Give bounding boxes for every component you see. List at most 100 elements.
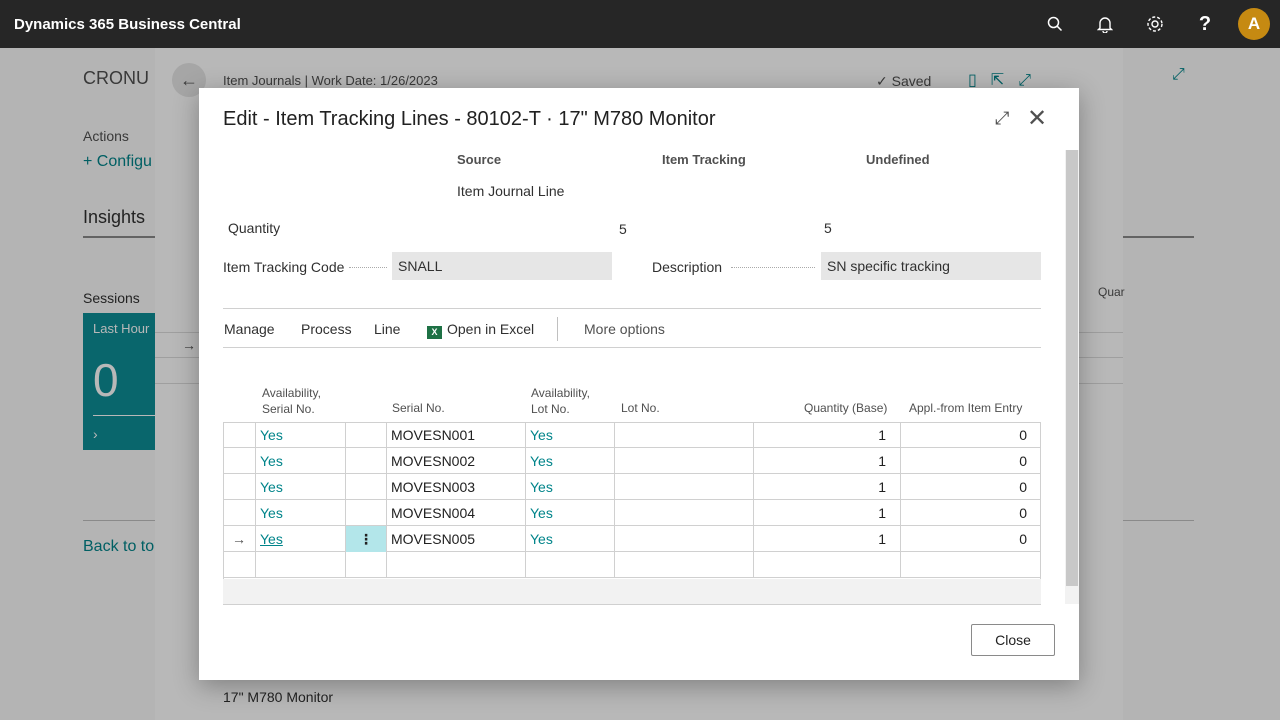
description-field[interactable]: SN specific tracking — [821, 252, 1041, 280]
col-header-line: Availability, — [262, 386, 321, 400]
scrollbar-thumb[interactable] — [1066, 150, 1078, 586]
toolbar-divider — [557, 317, 558, 341]
row-menu-cell[interactable] — [346, 552, 387, 578]
serial-no-cell[interactable]: MOVESN002 — [387, 448, 526, 474]
open-in-excel-label: Open in Excel — [447, 321, 535, 337]
serial-no-cell[interactable]: MOVESN001 — [387, 422, 526, 448]
row-menu-cell[interactable] — [346, 422, 387, 448]
availability-lot-cell[interactable]: Yes — [526, 448, 615, 474]
col-availability-serial[interactable]: Availability, Serial No. — [262, 385, 321, 417]
serial-no-cell[interactable]: MOVESN005 — [387, 526, 526, 552]
appl-from-cell[interactable]: 0 — [901, 526, 1041, 552]
quantity-base-cell[interactable]: 1 — [754, 500, 901, 526]
quantity-item-tracking: 5 — [619, 221, 627, 237]
item-tracking-lines-dialog: Edit - Item Tracking Lines - 80102-T · 1… — [199, 88, 1079, 680]
lot-no-cell[interactable] — [615, 552, 754, 578]
lot-no-cell[interactable] — [615, 500, 754, 526]
availability-serial-cell[interactable]: Yes — [256, 526, 346, 552]
availability-lot-cell[interactable]: Yes — [526, 474, 615, 500]
availability-lot-cell[interactable]: Yes — [526, 500, 615, 526]
col-availability-lot[interactable]: Availability, Lot No. — [531, 385, 590, 417]
quantity-base-cell[interactable]: 1 — [754, 448, 901, 474]
bell-icon[interactable] — [1080, 0, 1130, 48]
table-row[interactable]: Yes MOVESN004 Yes 1 0 — [223, 500, 1041, 526]
source-value: Item Journal Line — [457, 183, 565, 199]
col-serial-no[interactable]: Serial No. — [392, 400, 445, 416]
field-leader-dots — [731, 267, 815, 268]
row-menu-cell[interactable] — [346, 500, 387, 526]
col-header-line: Serial No. — [262, 402, 315, 416]
appl-from-cell[interactable]: 0 — [901, 448, 1041, 474]
availability-serial-cell[interactable]: Yes — [256, 474, 346, 500]
serial-no-cell[interactable]: MOVESN004 — [387, 500, 526, 526]
gear-icon[interactable] — [1130, 0, 1180, 48]
grid-totals-band — [223, 579, 1041, 605]
close-button[interactable]: Close — [971, 624, 1055, 656]
row-actions-icon[interactable]: ⋮ — [346, 526, 387, 552]
row-menu-cell[interactable] — [346, 448, 387, 474]
row-indicator[interactable] — [223, 500, 256, 526]
quantity-label: Quantity — [228, 220, 281, 236]
quantity-base-cell[interactable]: 1 — [754, 422, 901, 448]
item-tracking-code-field[interactable]: SNALL — [392, 252, 612, 280]
toolbar-bottom-divider — [223, 347, 1041, 348]
item-tracking-code-label: Item Tracking Code — [223, 259, 345, 275]
more-options-button[interactable]: More options — [584, 321, 665, 337]
quantity-undefined: 5 — [824, 220, 832, 236]
table-row[interactable]: Yes MOVESN001 Yes 1 0 — [223, 422, 1041, 448]
col-lot-no[interactable]: Lot No. — [621, 400, 660, 416]
undefined-header: Undefined — [866, 152, 930, 167]
lot-no-cell[interactable] — [615, 474, 754, 500]
arrow-right-icon[interactable]: → — [223, 526, 256, 552]
col-appl-from-item-entry[interactable]: Appl.-from Item Entry — [909, 400, 1022, 416]
availability-lot-cell[interactable] — [526, 552, 615, 578]
row-indicator[interactable] — [223, 474, 256, 500]
excel-icon: X — [427, 326, 442, 339]
toolbar-top-divider — [223, 308, 1041, 309]
search-icon[interactable] — [1030, 0, 1080, 48]
col-quantity-base[interactable]: Quantity (Base) — [804, 400, 887, 416]
appl-from-cell[interactable] — [901, 552, 1041, 578]
process-menu[interactable]: Process — [301, 321, 352, 337]
availability-lot-cell[interactable]: Yes — [526, 422, 615, 448]
quantity-base-cell[interactable]: 1 — [754, 474, 901, 500]
avatar[interactable]: A — [1238, 8, 1270, 40]
row-indicator[interactable] — [223, 552, 256, 578]
source-header: Source — [457, 152, 502, 167]
quantity-base-cell[interactable] — [754, 552, 901, 578]
line-menu[interactable]: Line — [374, 321, 400, 337]
availability-serial-cell[interactable]: Yes — [256, 448, 346, 474]
app-title[interactable]: Dynamics 365 Business Central — [14, 16, 1030, 33]
expand-icon[interactable]: ⤢ — [995, 108, 1009, 129]
lot-no-cell[interactable] — [615, 422, 754, 448]
row-menu-cell[interactable] — [346, 474, 387, 500]
top-bar: Dynamics 365 Business Central ? A — [0, 0, 1280, 48]
table-row[interactable]: Yes MOVESN003 Yes 1 0 — [223, 474, 1041, 500]
availability-serial-cell[interactable]: Yes — [256, 500, 346, 526]
row-indicator[interactable] — [223, 422, 256, 448]
availability-lot-cell[interactable]: Yes — [526, 526, 615, 552]
help-icon[interactable]: ? — [1180, 0, 1230, 48]
col-header-line: Lot No. — [531, 402, 570, 416]
table-row-selected[interactable]: → Yes ⋮ MOVESN005 Yes 1 0 — [223, 526, 1041, 552]
dialog-title: Edit - Item Tracking Lines - 80102-T · 1… — [223, 108, 716, 130]
open-in-excel-button[interactable]: X Open in Excel — [427, 321, 534, 339]
table-row[interactable]: Yes MOVESN002 Yes 1 0 — [223, 448, 1041, 474]
manage-menu[interactable]: Manage — [224, 321, 275, 337]
field-leader-dots — [349, 267, 387, 268]
appl-from-cell[interactable]: 0 — [901, 474, 1041, 500]
lot-no-cell[interactable] — [615, 526, 754, 552]
availability-serial-cell[interactable]: Yes — [256, 422, 346, 448]
appl-from-cell[interactable]: 0 — [901, 500, 1041, 526]
serial-no-cell[interactable] — [387, 552, 526, 578]
row-indicator[interactable] — [223, 448, 256, 474]
close-icon[interactable]: ✕ — [1027, 104, 1047, 133]
availability-serial-cell[interactable] — [256, 552, 346, 578]
table-row-empty[interactable] — [223, 552, 1041, 578]
col-header-line: Availability, — [531, 386, 590, 400]
description-label: Description — [652, 259, 723, 275]
quantity-base-cell[interactable]: 1 — [754, 526, 901, 552]
appl-from-cell[interactable]: 0 — [901, 422, 1041, 448]
lot-no-cell[interactable] — [615, 448, 754, 474]
serial-no-cell[interactable]: MOVESN003 — [387, 474, 526, 500]
